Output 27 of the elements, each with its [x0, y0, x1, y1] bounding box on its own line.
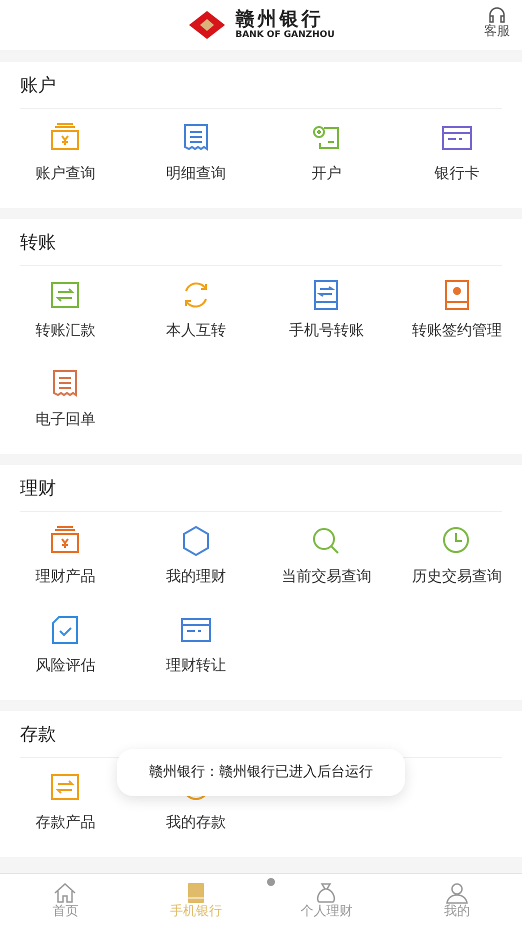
background-run-toast: 赣州银行：赣州银行已进入后台运行 — [117, 749, 405, 796]
bank-logo-icon — [187, 10, 228, 40]
menu-item[interactable]: 理财转让 — [130, 601, 261, 690]
user-icon — [444, 882, 469, 904]
bank-name-english: BANK OF GANZHOU — [235, 31, 335, 40]
menu-item[interactable]: 理财产品 — [0, 512, 130, 601]
home-icon — [53, 882, 78, 904]
bank-name: 赣州银行 — [235, 10, 324, 29]
menu-item[interactable]: 明细查询 — [130, 109, 261, 198]
menu-item[interactable]: 转账签约管理 — [392, 266, 522, 355]
menu-item[interactable]: 开户 — [261, 109, 392, 198]
menu-item[interactable]: 电子回单 — [0, 355, 130, 444]
menu-item[interactable]: 历史交易查询 — [392, 512, 522, 601]
menu-item[interactable]: 本人互转 — [130, 266, 261, 355]
headset-icon — [487, 6, 507, 24]
menu-item[interactable]: 手机号转账 — [261, 266, 392, 355]
menu-item[interactable]: 账户查询 — [0, 109, 130, 198]
section-title: 转账 — [20, 230, 56, 254]
menu-item[interactable]: 银行卡 — [392, 109, 522, 198]
section-title: 理财 — [20, 476, 56, 500]
menu-item[interactable]: 转账汇款 — [0, 266, 130, 355]
menu-item[interactable]: 风险评估 — [0, 601, 130, 690]
menu-item[interactable]: 当前交易查询 — [261, 512, 392, 601]
customer-service-button[interactable]: 客服 — [484, 6, 510, 40]
menu-item[interactable]: 我的理财 — [130, 512, 261, 601]
section-title: 存款 — [20, 722, 56, 746]
section-title: 账户 — [20, 74, 56, 98]
